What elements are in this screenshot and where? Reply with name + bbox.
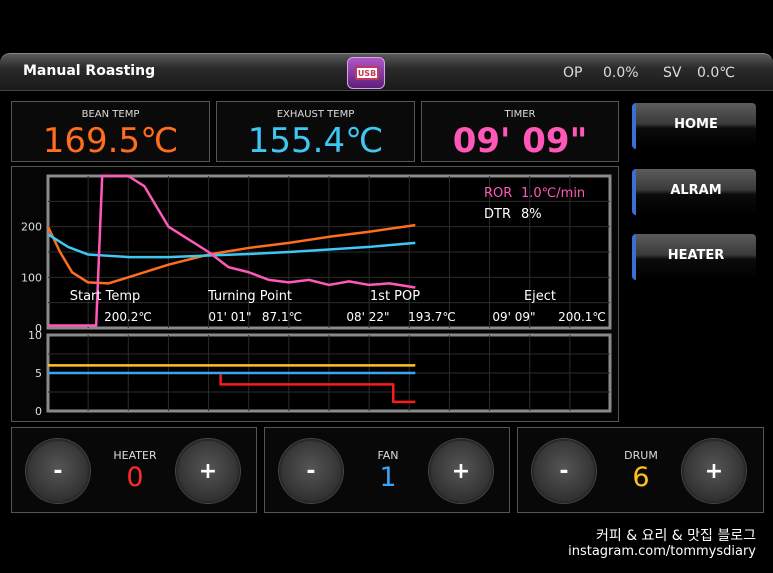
event-name: Eject bbox=[524, 289, 556, 304]
event-temp: 87.1℃ bbox=[262, 310, 302, 324]
fan-control: - FAN 1 + bbox=[264, 427, 510, 513]
plus-icon: + bbox=[198, 459, 218, 484]
home-button-label: HOME bbox=[674, 117, 718, 132]
drum-minus-button[interactable]: - bbox=[532, 439, 596, 503]
event-name: Start Temp bbox=[70, 289, 141, 304]
ror-label: ROR bbox=[484, 186, 512, 201]
minus-icon: - bbox=[559, 459, 569, 484]
event-name: 1st POP bbox=[370, 289, 420, 304]
watermark-instagram: instagram.com/tommysdiary bbox=[568, 544, 756, 559]
timer-readout: TIMER 09' 09" bbox=[421, 101, 619, 162]
drum-control-label: DRUM bbox=[624, 449, 658, 462]
fan-control-value: 1 bbox=[379, 462, 397, 493]
usb-plug-icon: USB bbox=[355, 66, 379, 80]
event-temp: 200.1℃ bbox=[558, 310, 606, 324]
title-bar: Manual Roasting USB OP 0.0% SV 0.0℃ bbox=[0, 53, 773, 91]
home-button[interactable]: HOME bbox=[632, 103, 756, 149]
sv-label: SV bbox=[663, 65, 682, 81]
ror-value: 1.0℃/min bbox=[521, 186, 585, 201]
event-temp: 200.2℃ bbox=[104, 310, 152, 324]
fan-control-label: FAN bbox=[377, 449, 399, 462]
dtr-value: 8% bbox=[521, 207, 542, 222]
y-tick-label: 0 bbox=[35, 405, 42, 418]
heater-minus-button[interactable]: - bbox=[26, 439, 90, 503]
alram-button[interactable]: ALRAM bbox=[632, 169, 756, 215]
y-tick-label: 5 bbox=[35, 367, 42, 380]
y-tick-label: 100 bbox=[21, 271, 42, 284]
app-title: Manual Roasting bbox=[23, 63, 156, 79]
minus-icon: - bbox=[306, 459, 316, 484]
y-tick-label: 10 bbox=[28, 329, 42, 342]
timer-value: 09' 09" bbox=[452, 121, 588, 161]
roast-chart: 200 100 0 ROR 1.0℃/min DTR 8% Start Temp 200.2℃ T… bbox=[21, 174, 612, 418]
fan-minus-button[interactable]: - bbox=[279, 439, 343, 503]
dtr-label: DTR bbox=[484, 207, 511, 222]
y-tick-label: 200 bbox=[21, 221, 42, 234]
plus-icon: + bbox=[704, 459, 724, 484]
usb-icon[interactable]: USB bbox=[347, 57, 385, 89]
event-time: 01' 01" bbox=[208, 310, 251, 324]
event-temp: 193.7℃ bbox=[408, 310, 456, 324]
op-label: OP bbox=[563, 65, 583, 81]
heater-plus-button[interactable]: + bbox=[176, 439, 240, 503]
alram-button-label: ALRAM bbox=[670, 183, 722, 198]
usb-label: USB bbox=[357, 69, 377, 78]
heater-control-label: HEATER bbox=[113, 449, 157, 462]
heater-control-value: 0 bbox=[126, 462, 144, 493]
bean-temp-label: BEAN TEMP bbox=[81, 109, 140, 120]
heater-button-label: HEATER bbox=[667, 248, 725, 263]
heater-button[interactable]: HEATER bbox=[632, 234, 756, 280]
timer-label: TIMER bbox=[504, 109, 536, 120]
bean-temp-value: 169.5℃ bbox=[42, 121, 179, 161]
bean-temp-readout: BEAN TEMP 169.5℃ bbox=[11, 101, 210, 162]
minus-icon: - bbox=[53, 459, 63, 484]
drum-plus-button[interactable]: + bbox=[682, 439, 746, 503]
event-name: Turning Point bbox=[207, 289, 292, 304]
roast-chart-panel: 200 100 0 ROR 1.0℃/min DTR 8% Start Temp 200.2℃ T… bbox=[11, 166, 619, 422]
op-value: 0.0% bbox=[603, 65, 639, 81]
drum-control: - DRUM 6 + bbox=[517, 427, 764, 513]
drum-control-value: 6 bbox=[632, 462, 650, 493]
plus-icon: + bbox=[451, 459, 471, 484]
exhaust-temp-label: EXHAUST TEMP bbox=[276, 109, 355, 120]
exhaust-temp-readout: EXHAUST TEMP 155.4℃ bbox=[216, 101, 415, 162]
event-time: 09' 09" bbox=[492, 310, 535, 324]
fan-plus-button[interactable]: + bbox=[429, 439, 493, 503]
exhaust-temp-value: 155.4℃ bbox=[247, 121, 384, 161]
heater-control: - HEATER 0 + bbox=[11, 427, 257, 513]
watermark-blog: 커피 & 요리 & 맛집 블로그 bbox=[595, 528, 756, 544]
sv-value: 0.0℃ bbox=[697, 65, 735, 81]
event-time: 08' 22" bbox=[346, 310, 389, 324]
